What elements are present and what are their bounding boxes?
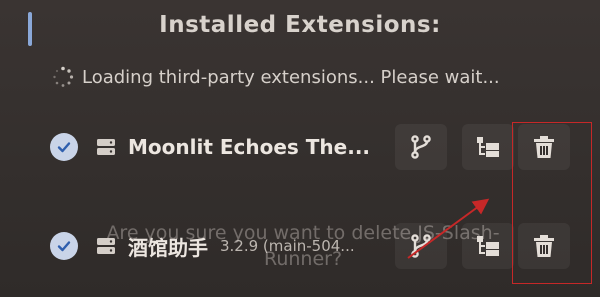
server-icon — [97, 139, 115, 155]
loading-spinner-icon — [53, 66, 74, 87]
check-icon — [57, 241, 71, 252]
annotation-highlight-box — [512, 122, 592, 284]
git-branch-icon — [411, 135, 431, 159]
extension-name: Moonlit Echoes The... — [128, 135, 371, 159]
enabled-checkbox[interactable] — [50, 232, 78, 260]
delete-confirm-text: Are you sure you want to delete JS-Slash… — [106, 222, 500, 270]
check-icon — [57, 142, 71, 153]
page-title: Installed Extensions: — [159, 12, 441, 38]
enabled-checkbox[interactable] — [50, 133, 78, 161]
tree-button[interactable] — [462, 124, 514, 170]
extension-row: Moonlit Echoes The... — [50, 124, 580, 170]
loading-status: Loading third-party extensions... Please… — [52, 66, 500, 88]
loading-text: Loading third-party extensions... Please… — [82, 66, 500, 88]
tree-structure-icon — [477, 137, 499, 157]
branch-button[interactable] — [395, 124, 447, 170]
